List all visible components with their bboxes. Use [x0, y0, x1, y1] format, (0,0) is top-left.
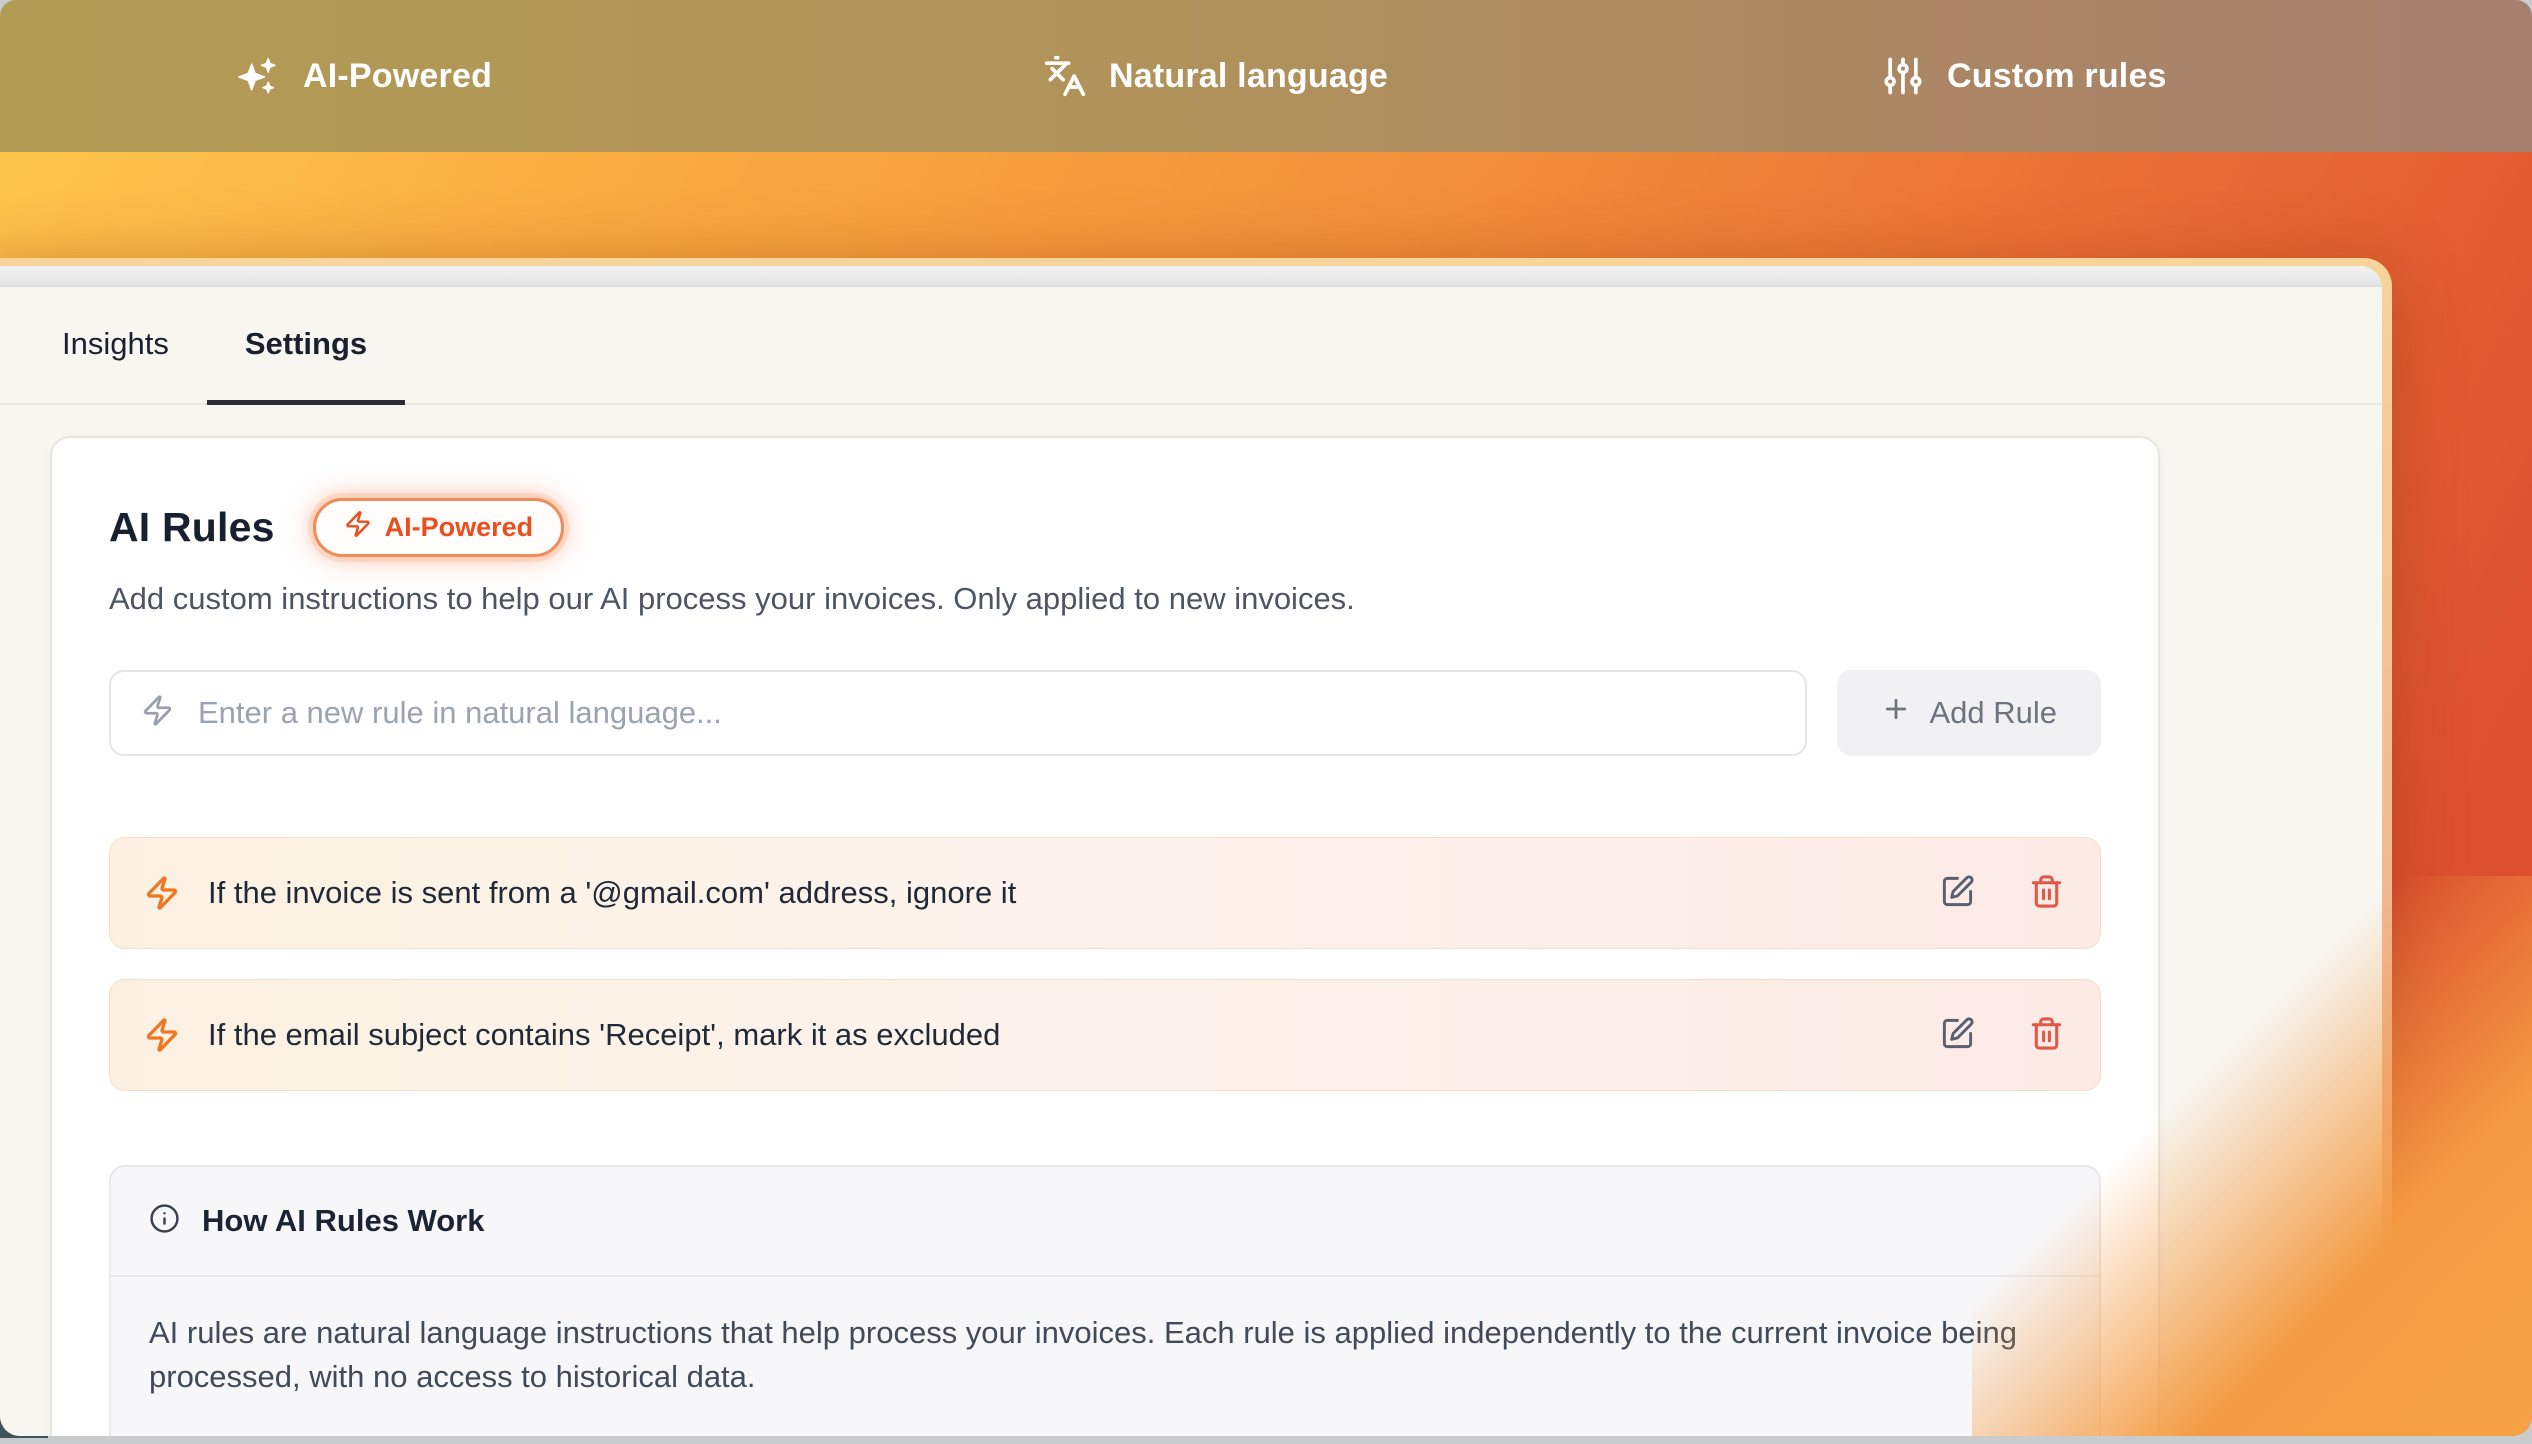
sliders-icon	[1881, 54, 1925, 98]
info-box-body: AI rules are natural language instructio…	[111, 1277, 2099, 1436]
sparkles-icon	[237, 54, 281, 98]
feature-bar: AI-Powered Natural language	[0, 0, 2532, 152]
window-top-edge	[0, 266, 2382, 287]
ai-powered-badge: AI-Powered	[313, 498, 565, 557]
edit-icon	[1940, 874, 1975, 912]
delete-rule-button[interactable]	[2029, 1016, 2064, 1054]
rule-row: If the invoice is sent from a '@gmail.co…	[109, 837, 2101, 949]
feature-custom-rules: Custom rules	[1881, 0, 2167, 152]
ai-rules-card: AI Rules AI-Powered Add custom inst	[50, 436, 2160, 1436]
lightning-icon	[344, 510, 372, 545]
feature-label: Custom rules	[1947, 57, 2167, 96]
trash-icon	[2029, 874, 2064, 912]
new-rule-row: Add Rule	[109, 670, 2101, 756]
rule-text: If the invoice is sent from a '@gmail.co…	[208, 875, 1912, 911]
screenshot-stage: AI-Powered Natural language	[0, 0, 2532, 1444]
rule-actions	[1940, 1016, 2064, 1054]
desktop-wallpaper: Insights Settings AI Rules	[0, 152, 2532, 1436]
page-title: AI Rules	[109, 504, 275, 551]
screen: AI-Powered Natural language	[0, 0, 2532, 1436]
plus-icon	[1881, 694, 1911, 732]
rule-text: If the email subject contains 'Receipt',…	[208, 1017, 1912, 1053]
tab-bar: Insights Settings	[0, 287, 2382, 405]
badge-label: AI-Powered	[385, 512, 534, 543]
app-window: Insights Settings AI Rules	[0, 266, 2382, 1436]
ai-rules-header: AI Rules AI-Powered	[109, 498, 2101, 557]
info-icon	[149, 1203, 180, 1239]
lightning-icon	[144, 875, 180, 911]
new-rule-input-wrap	[109, 670, 1807, 756]
edit-rule-button[interactable]	[1940, 874, 1975, 912]
tab-insights[interactable]: Insights	[24, 287, 207, 405]
add-rule-button[interactable]: Add Rule	[1837, 670, 2101, 756]
info-box-title: How AI Rules Work	[202, 1203, 484, 1239]
edit-icon	[1940, 1016, 1975, 1054]
add-rule-label: Add Rule	[1929, 695, 2057, 731]
info-box-header: How AI Rules Work	[111, 1167, 2099, 1277]
feature-label: Natural language	[1109, 57, 1388, 96]
delete-rule-button[interactable]	[2029, 874, 2064, 912]
lightning-icon	[141, 694, 174, 732]
feature-natural-language: Natural language	[1043, 0, 1388, 152]
edit-rule-button[interactable]	[1940, 1016, 1975, 1054]
new-rule-input[interactable]	[198, 695, 1775, 731]
tab-settings[interactable]: Settings	[207, 287, 405, 405]
lightning-icon	[144, 1017, 180, 1053]
how-ai-rules-work-box: How AI Rules Work AI rules are natural l…	[109, 1165, 2101, 1436]
trash-icon	[2029, 1016, 2064, 1054]
translate-icon	[1043, 54, 1087, 98]
app-window-frame: Insights Settings AI Rules	[0, 258, 2392, 1436]
feature-ai-powered: AI-Powered	[237, 0, 492, 152]
feature-label: AI-Powered	[303, 57, 492, 96]
rule-row: If the email subject contains 'Receipt',…	[109, 979, 2101, 1091]
rule-actions	[1940, 874, 2064, 912]
rules-list: If the invoice is sent from a '@gmail.co…	[109, 837, 2101, 1091]
ai-rules-description: Add custom instructions to help our AI p…	[109, 581, 2101, 617]
